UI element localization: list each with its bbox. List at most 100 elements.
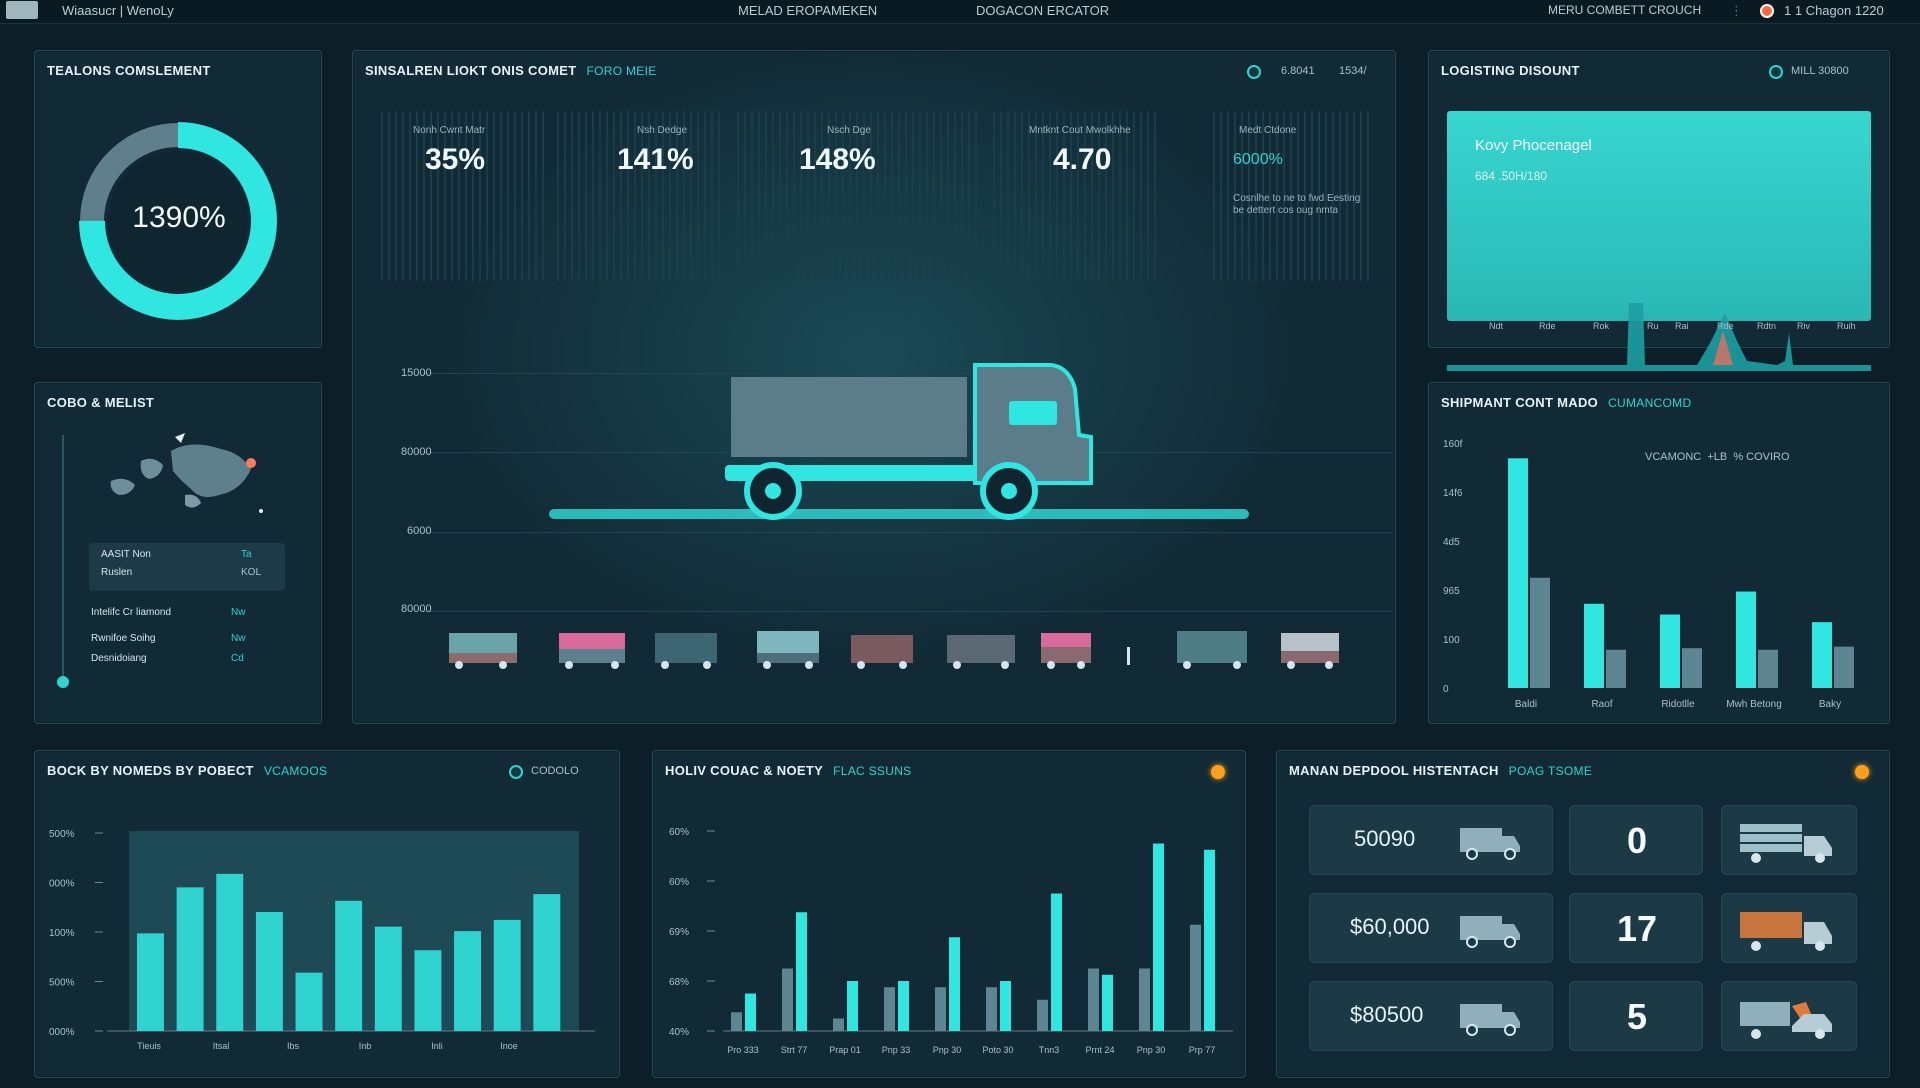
manan-panel-title: MANAN DEPDOOL HISTENTACH POAG TSOME bbox=[1289, 763, 1593, 778]
gauge-panel: TEALONS COMSLEMENT 1390% bbox=[34, 50, 322, 348]
truck-icon bbox=[1740, 912, 1832, 951]
bar bbox=[884, 987, 895, 1031]
bar bbox=[1758, 649, 1778, 688]
x-tick-label: Tieuis bbox=[137, 1041, 161, 1051]
amount-tile[interactable]: $80500 bbox=[1309, 981, 1553, 1051]
block-panel: BOCK BY NOMEDS BY POBECT VCAMOOS CODOLO 5… bbox=[34, 750, 620, 1078]
bar bbox=[1736, 591, 1756, 688]
y-tick-label: 100 bbox=[1443, 635, 1460, 646]
x-tick-label: Mwh Betong bbox=[1726, 699, 1782, 710]
bar bbox=[1139, 968, 1150, 1031]
list-item[interactable]: Desnidoiang Cd bbox=[91, 653, 244, 664]
amount-tile[interactable]: $60,000 bbox=[1309, 893, 1553, 963]
x-axis-label: Ru bbox=[1647, 321, 1659, 331]
bar bbox=[295, 972, 323, 1031]
settings-icon[interactable] bbox=[1769, 65, 1783, 79]
x-tick-label: Raof bbox=[1591, 699, 1612, 710]
slider-handle[interactable] bbox=[57, 676, 69, 688]
y-tick-label: 4d5 bbox=[1443, 537, 1460, 548]
x-axis-label: Rai bbox=[1675, 321, 1689, 331]
list-item[interactable]: Rwnifoe Soihg Nw bbox=[91, 633, 245, 644]
bar bbox=[1037, 999, 1048, 1031]
count-tile[interactable]: 0 bbox=[1569, 805, 1703, 875]
bar bbox=[1508, 458, 1528, 688]
van-icon bbox=[1460, 916, 1520, 948]
van-icon bbox=[1460, 828, 1520, 860]
x-tick-label: Baldi bbox=[1515, 699, 1537, 710]
gauge-value: 1390% bbox=[132, 201, 226, 234]
bar bbox=[1584, 603, 1604, 688]
y-tick-label: 60% bbox=[669, 827, 689, 838]
x-tick-label: Prap 01 bbox=[829, 1045, 861, 1055]
bar bbox=[898, 981, 909, 1031]
record-icon[interactable] bbox=[1760, 4, 1774, 18]
x-tick-label: Inoe bbox=[500, 1041, 518, 1051]
bar bbox=[374, 926, 402, 1031]
y-tick-label: 69% bbox=[669, 927, 689, 938]
count-tile[interactable]: 5 bbox=[1569, 981, 1703, 1051]
fleet-row bbox=[449, 631, 1339, 669]
alert-dot-icon[interactable] bbox=[1855, 765, 1869, 779]
x-axis-label: Rdtn bbox=[1757, 321, 1777, 331]
y-tick-label: 40% bbox=[669, 1027, 689, 1038]
map-panel-title: COBO & MELIST bbox=[47, 395, 155, 410]
x-tick-label: Tnn3 bbox=[1039, 1045, 1060, 1055]
bar bbox=[1530, 577, 1550, 688]
truck-tile[interactable] bbox=[1721, 805, 1857, 875]
truck-icon bbox=[1281, 633, 1339, 669]
logistics-panel-title: LOGISTING DISOUNT bbox=[1441, 63, 1580, 78]
highlight-label-2: Ruslen KOL bbox=[101, 567, 262, 578]
logistics-card-title: Kovy Phocenagel bbox=[1475, 137, 1592, 154]
truck-icon bbox=[559, 633, 625, 669]
main-panel: SINSALREN LIOKT ONIS COMET FORO MEIE 6.80… bbox=[352, 50, 1396, 724]
bar bbox=[745, 993, 756, 1031]
shipment-panel: SHIPMANT CONT MADO CUMANCOMD VCAMONC +LB … bbox=[1428, 382, 1890, 724]
holiv-bar-chart: 60% 60% 69% 68% 40% Pro 333 Strt 77 Prap 01 Pnp … bbox=[669, 827, 1233, 1055]
amount-value: $60,000 bbox=[1350, 914, 1430, 939]
x-axis-label: Rok bbox=[1593, 321, 1610, 331]
truck-icon bbox=[449, 633, 517, 669]
x-axis-label: Rde bbox=[1717, 321, 1734, 331]
van-icon bbox=[1460, 1004, 1520, 1036]
x-tick-label: Prp 77 bbox=[1189, 1045, 1216, 1055]
x-tick-label: Pnp 30 bbox=[933, 1045, 962, 1055]
count-value: 0 bbox=[1626, 820, 1648, 861]
amount-value: 50090 bbox=[1354, 826, 1416, 851]
bar bbox=[1606, 649, 1626, 688]
nav-item-2[interactable]: DOGACON ERCATOR bbox=[976, 3, 1109, 18]
x-tick-label: Poto 30 bbox=[982, 1045, 1013, 1055]
list-item[interactable]: Intelifc Cr liamond Nw bbox=[91, 607, 245, 618]
y-tick-label: 000% bbox=[49, 879, 75, 890]
x-tick-label: Pnp 33 bbox=[882, 1045, 911, 1055]
bar bbox=[454, 931, 482, 1031]
bar bbox=[493, 919, 521, 1031]
world-map-icon bbox=[110, 433, 263, 513]
bar bbox=[1204, 849, 1215, 1031]
y-tick-label: 500% bbox=[49, 829, 75, 840]
donut-gauge bbox=[79, 122, 277, 320]
clock-text: 1 1 Chagon 1220 bbox=[1784, 3, 1884, 18]
truck-tile[interactable] bbox=[1721, 981, 1857, 1051]
vertical-slider-track[interactable] bbox=[62, 435, 64, 680]
truck-tile[interactable] bbox=[1721, 893, 1857, 963]
y-tick-label: 60% bbox=[669, 877, 689, 888]
bar bbox=[1102, 974, 1113, 1031]
x-tick-label: Ridotlle bbox=[1661, 699, 1695, 710]
count-tile[interactable]: 17 bbox=[1569, 893, 1703, 963]
x-axis-label: Ndt bbox=[1489, 321, 1504, 331]
manan-panel: MANAN DEPDOOL HISTENTACH POAG TSOME 50090… bbox=[1276, 750, 1890, 1078]
top-bar: Wiaasucr | WenoLy MELAD EROPAMEKEN DOGAC… bbox=[0, 0, 1920, 24]
truck-icon bbox=[655, 633, 717, 669]
logistics-sparkline bbox=[1447, 303, 1871, 371]
nav-item-1[interactable]: MELAD EROPAMEKEN bbox=[738, 3, 877, 18]
bar bbox=[1660, 614, 1680, 688]
count-value: 17 bbox=[1616, 908, 1658, 949]
x-tick-label: Strt 77 bbox=[781, 1045, 808, 1055]
amount-tile[interactable]: 50090 bbox=[1309, 805, 1553, 875]
bar bbox=[1000, 981, 1011, 1031]
x-tick-label: Prnt 24 bbox=[1085, 1045, 1114, 1055]
truck-icon bbox=[1041, 633, 1091, 669]
logistics-x-axis: Ndt Rde Rok Ru Rai Rde Rdtn Riv Ruih bbox=[1447, 321, 1871, 335]
y-tick-label: 68% bbox=[669, 977, 689, 988]
x-tick-label: Inli bbox=[431, 1041, 443, 1051]
